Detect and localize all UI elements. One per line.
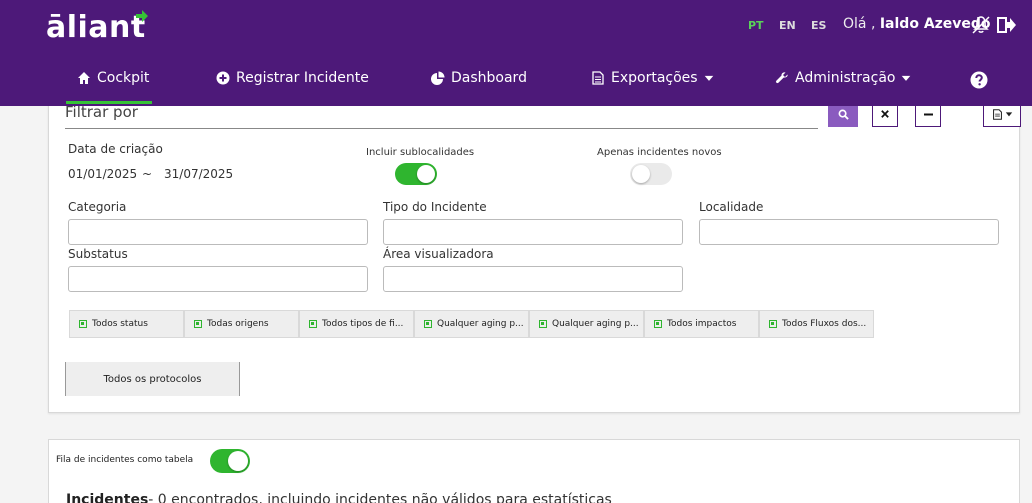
chip-label: Todos tipos de fi... — [322, 319, 404, 329]
help-icon[interactable] — [970, 71, 988, 89]
substatus-input[interactable] — [68, 266, 368, 292]
nav-registrar-incidente[interactable]: Registrar Incidente — [216, 70, 369, 86]
nav-exportacoes-label: Exportações — [611, 70, 698, 86]
categoria-label: Categoria — [68, 200, 127, 214]
caret-down-icon — [704, 75, 713, 81]
chip-label: Todas origens — [207, 319, 269, 329]
chip-todos-fluxos[interactable]: Todos Fluxos dos... — [759, 310, 874, 338]
localidade-input[interactable] — [699, 219, 999, 245]
checkbox-icon — [769, 320, 777, 328]
logo-arrow-icon — [136, 10, 148, 22]
lang-pt[interactable]: PT — [748, 19, 764, 32]
data-criacao-label: Data de criação — [68, 142, 163, 156]
incidentes-summary: Incidentes- 0 encontrados, incluindo inc… — [66, 492, 612, 503]
nav-dashboard[interactable]: Dashboard — [431, 70, 527, 86]
toggle-knob — [228, 451, 248, 471]
search-icon — [838, 109, 849, 120]
filter-panel: Filtrar por Data de criação 01/01/2025 ~… — [48, 96, 1021, 413]
nav-cockpit[interactable]: Cockpit — [77, 70, 149, 86]
fila-tabela-toggle[interactable] — [210, 449, 250, 473]
chip-label: Todos Fluxos dos... — [782, 319, 867, 329]
date-to[interactable]: 31/07/2025 — [164, 167, 233, 181]
area-visualizadora-input[interactable] — [383, 266, 683, 292]
nav-dashboard-label: Dashboard — [451, 70, 527, 86]
chip-label: Qualquer aging p... — [552, 319, 639, 329]
toggle-knob — [632, 165, 650, 183]
lang-es[interactable]: ES — [811, 19, 826, 32]
greeting-text: Olá , — [843, 16, 876, 32]
incluir-sublocalidades-toggle[interactable] — [395, 163, 437, 185]
chip-todos-impactos[interactable]: Todos impactos — [644, 310, 759, 338]
tipo-incidente-input[interactable] — [383, 219, 683, 245]
chip-todas-origens[interactable]: Todas origens — [184, 310, 299, 338]
todos-protocolos-button[interactable]: Todos os protocolos — [65, 362, 240, 396]
nav-exportacoes[interactable]: Exportações — [591, 70, 714, 86]
logo[interactable]: āliant — [46, 10, 146, 45]
logout-icon[interactable] — [996, 14, 1018, 36]
checkbox-icon — [424, 320, 432, 328]
incidentes-count-text: - 0 encontrados, incluindo incidentes nã… — [148, 492, 612, 503]
categoria-input[interactable] — [68, 219, 368, 245]
substatus-label: Substatus — [68, 247, 128, 261]
incluir-sublocalidades-label: Incluir sublocalidades — [366, 147, 475, 158]
chip-label: Todos status — [92, 319, 148, 329]
chip-label: Todos impactos — [667, 319, 737, 329]
tipo-incidente-label: Tipo do Incidente — [383, 200, 487, 214]
user-greeting: Olá , Ialdo Azevedo — [843, 16, 991, 32]
top-bar: āliant PT EN ES Olá , Ialdo Azevedo Cock… — [0, 0, 1032, 106]
filter-divider — [65, 128, 818, 129]
filter-chips: Todos status Todas origens Todos tipos d… — [69, 310, 874, 338]
checkbox-icon — [309, 320, 317, 328]
apenas-novos-label: Apenas incidentes novos — [597, 147, 722, 158]
area-visualizadora-label: Área visualizadora — [383, 247, 494, 261]
nav-registrar-label: Registrar Incidente — [236, 70, 369, 86]
nav-administracao-label: Administração — [795, 70, 896, 86]
incidentes-title: Incidentes — [66, 492, 149, 503]
close-icon — [881, 110, 889, 118]
checkbox-icon — [539, 320, 547, 328]
pie-chart-icon — [431, 71, 445, 85]
apenas-novos-toggle[interactable] — [630, 163, 672, 185]
wrench-icon — [776, 72, 788, 84]
active-nav-indicator — [66, 101, 152, 104]
document-icon — [992, 108, 1002, 120]
chip-todos-status[interactable]: Todos status — [69, 310, 184, 338]
nav-administracao[interactable]: Administração — [775, 70, 911, 86]
localidade-label: Localidade — [699, 200, 764, 214]
notifications-muted-icon[interactable] — [970, 14, 992, 36]
checkbox-icon — [79, 320, 87, 328]
caret-down-icon — [1005, 112, 1012, 117]
toggle-knob — [417, 165, 435, 183]
chip-todos-tipos[interactable]: Todos tipos de fi... — [299, 310, 414, 338]
nav-cockpit-label: Cockpit — [97, 70, 150, 86]
minus-icon — [923, 113, 933, 115]
plus-circle-icon — [216, 71, 230, 85]
caret-down-icon — [902, 75, 911, 81]
lang-en[interactable]: EN — [779, 19, 796, 32]
chip-label: Qualquer aging p... — [437, 319, 524, 329]
checkbox-icon — [194, 320, 202, 328]
chip-aging-2[interactable]: Qualquer aging p... — [529, 310, 644, 338]
chip-aging-1[interactable]: Qualquer aging p... — [414, 310, 529, 338]
date-separator: ~ — [142, 167, 153, 181]
checkbox-icon — [654, 320, 662, 328]
fila-tabela-label: Fila de incidentes como tabela — [56, 455, 194, 465]
home-icon — [78, 72, 90, 84]
document-icon — [592, 71, 604, 85]
date-from[interactable]: 01/01/2025 — [68, 167, 137, 181]
incident-queue-panel: Fila de incidentes como tabela Incidente… — [48, 439, 1020, 503]
